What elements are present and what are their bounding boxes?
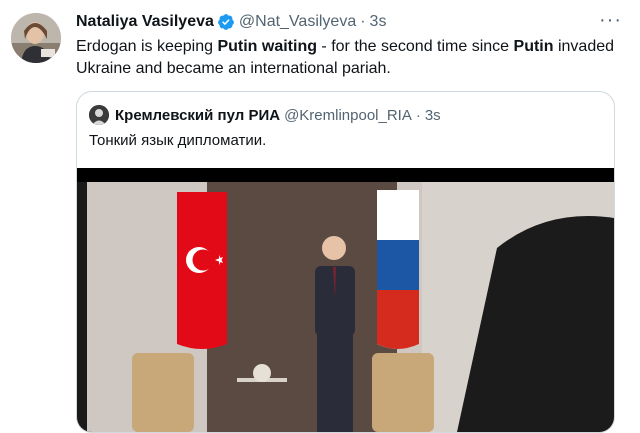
- quote-media-video[interactable]: [77, 168, 614, 432]
- tweet-header: Nataliya Vasilyeva @Nat_Vasilyeva · 3s: [76, 10, 600, 34]
- author-name[interactable]: Nataliya Vasilyeva: [76, 13, 214, 31]
- text-part: Erdogan is keeping: [76, 38, 218, 55]
- quote-author-name: Кремлевский пул РИА: [115, 106, 281, 124]
- verified-badge-icon: [217, 13, 235, 31]
- quote-author-handle: @Kremlinpool_RIA: [284, 106, 412, 124]
- separator-dot: ·: [360, 13, 366, 30]
- media-wooden-panel: [207, 182, 397, 432]
- author-handle[interactable]: @Nat_Vasilyeva: [239, 13, 356, 31]
- person-head: [322, 236, 346, 260]
- tweet[interactable]: Nataliya Vasilyeva @Nat_Vasilyeva · 3s ·…: [0, 0, 640, 433]
- text-part-bold: Putin waiting: [217, 38, 317, 55]
- tweet-text: Erdogan is keeping Putin waiting - for t…: [76, 36, 616, 80]
- left-armchair: [132, 353, 194, 432]
- quote-text: Тонкий язык дипломатии.: [89, 132, 267, 149]
- quote-author-avatar: [89, 105, 109, 125]
- quote-separator-dot: ·: [415, 106, 421, 124]
- quote-timestamp: 3s: [424, 106, 441, 124]
- text-part-bold: Putin: [513, 38, 554, 55]
- author-avatar[interactable]: [11, 13, 61, 63]
- right-armchair: [372, 353, 434, 432]
- quote-header: Кремлевский пул РИА @Kremlinpool_RIA · 3…: [89, 104, 441, 126]
- text-part: - for the second time since: [316, 38, 514, 55]
- tweet-timestamp[interactable]: 3s: [370, 13, 387, 31]
- flower-bouquet: [253, 364, 271, 382]
- quoted-tweet[interactable]: Кремлевский пул РИА @Kremlinpool_RIA · 3…: [76, 91, 615, 433]
- more-options-icon[interactable]: ···: [599, 9, 622, 32]
